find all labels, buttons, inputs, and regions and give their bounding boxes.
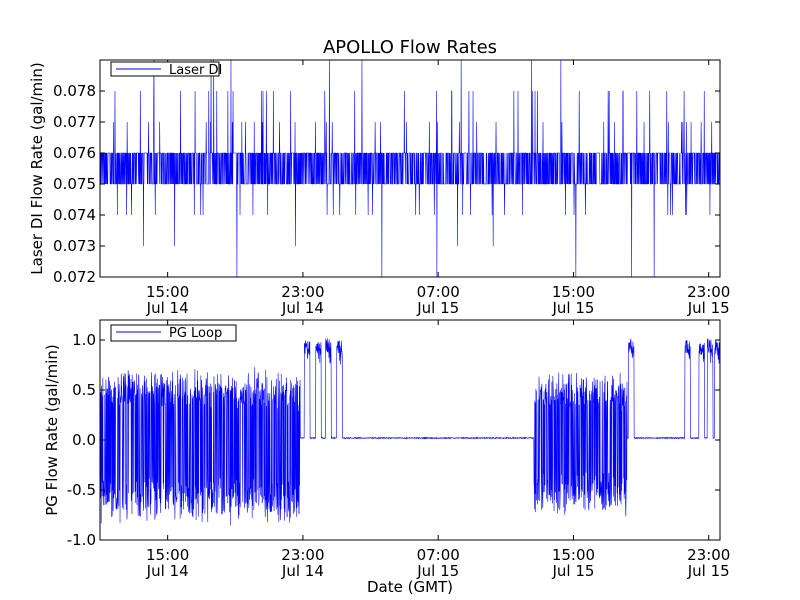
pg-loop-y-label: PG Flow Rate (gal/min) (43, 344, 61, 516)
y-tick-label: 0.0 (72, 431, 96, 449)
y-tick-label: -1.0 (67, 531, 96, 549)
laser-di-y-label: Laser DI Flow Rate (gal/min) (28, 62, 46, 274)
y-tick-label: 0.075 (53, 175, 96, 193)
figure: APOLLO Flow Rates 0.072 0.073 0.074 0.075 0.… (28, 37, 730, 596)
x-tick-date-label: Jul 14 (146, 299, 189, 317)
pg-loop-legend: PG Loop (110, 324, 237, 342)
y-tick-label: 1.0 (72, 331, 96, 349)
pg-loop-legend-label: PG Loop (169, 326, 222, 341)
x-tick-date-label: Jul 14 (146, 562, 189, 580)
x-tick-date-label: Jul 15 (687, 562, 730, 580)
y-tick-label: 0.077 (53, 113, 96, 131)
y-tick-label: -0.5 (67, 481, 96, 499)
chart-title: APOLLO Flow Rates (323, 37, 497, 58)
y-tick-label: 0.076 (53, 144, 96, 162)
y-tick-label: 0.073 (53, 237, 96, 255)
x-tick-date-label: Jul 14 (281, 562, 324, 580)
y-tick-label: 0.5 (72, 381, 96, 399)
pg-loop-axes: -1.0-0.50.00.51.0 15:00Jul 1423:00Jul 14… (43, 319, 730, 596)
laser-di-legend: Laser DI (110, 61, 222, 78)
laser-di-axes: 0.0720.0730.0740.0750.0760.0770.078 15:0… (28, 59, 730, 317)
x-tick-date-label: Jul 14 (281, 299, 324, 317)
x-tick-date-label: Jul 15 (687, 299, 730, 317)
x-tick-date-label: Jul 15 (416, 299, 459, 317)
x-axis-label: Date (GMT) (367, 578, 453, 596)
x-tick-date-label: Jul 15 (551, 299, 594, 317)
y-tick-label: 0.078 (53, 82, 96, 100)
x-tick-date-label: Jul 15 (551, 562, 594, 580)
y-tick-label: 0.072 (53, 268, 96, 286)
y-tick-label: 0.074 (53, 206, 96, 224)
laser-di-legend-label: Laser DI (169, 63, 222, 78)
